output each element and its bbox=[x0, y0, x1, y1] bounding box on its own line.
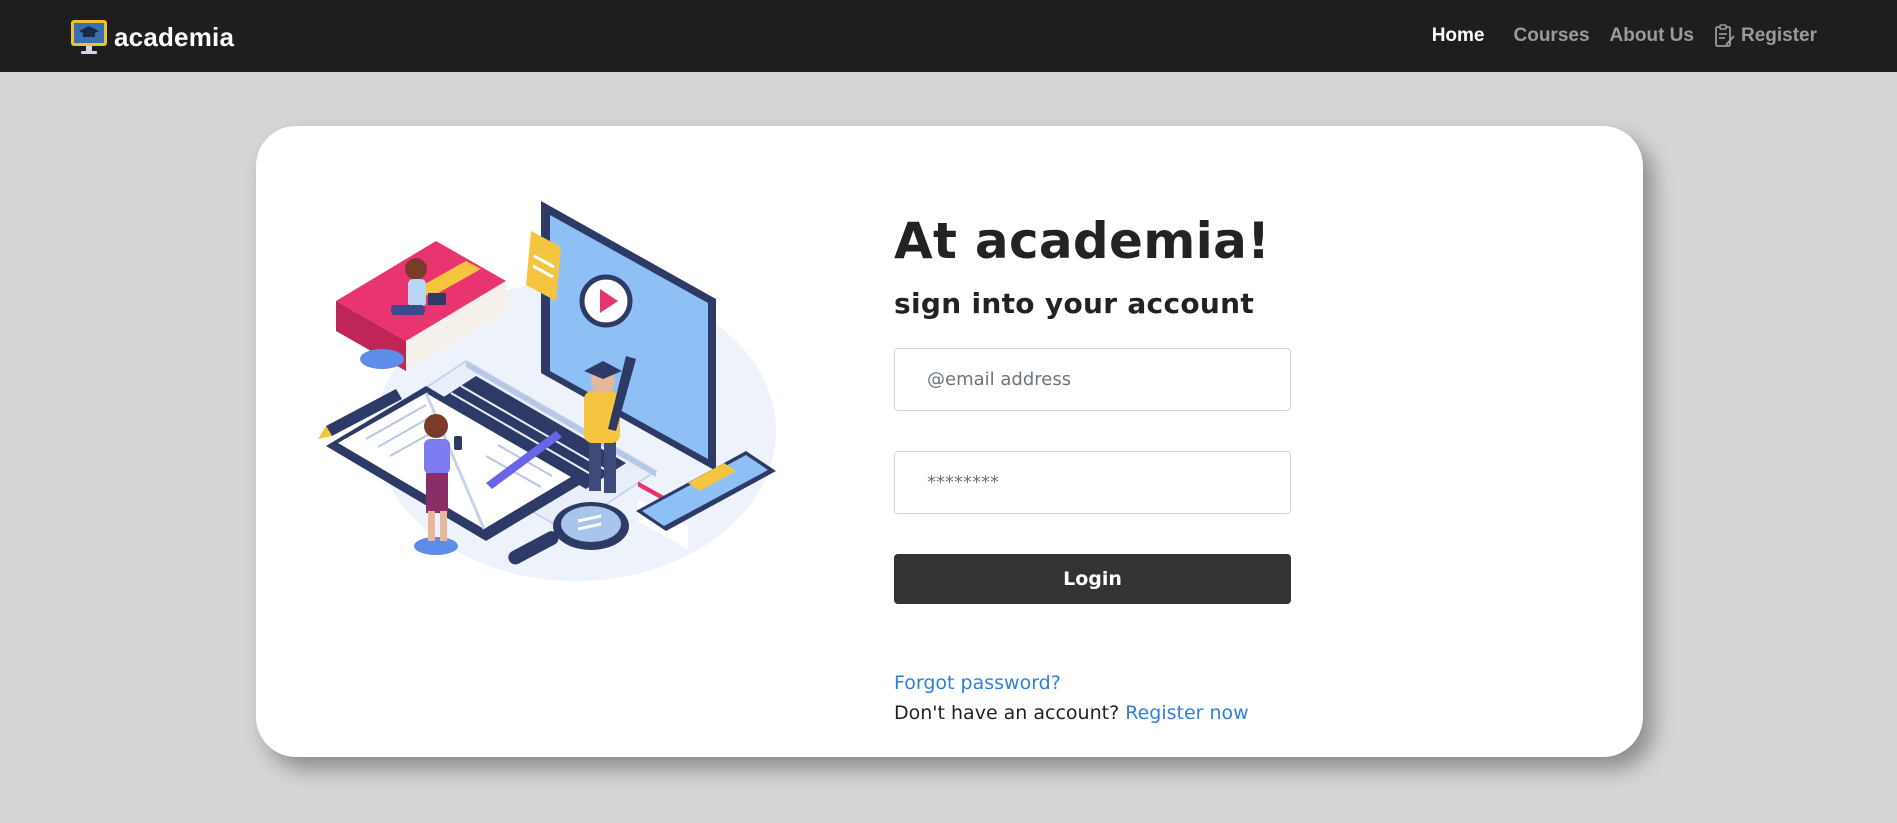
nav-courses[interactable]: Courses bbox=[1514, 25, 1590, 47]
login-form: At academia! sign into your account Logi… bbox=[894, 206, 1394, 728]
main-nav: Home Courses About Us Register bbox=[1412, 0, 1817, 72]
no-account-text: Don't have an account? bbox=[894, 702, 1120, 724]
email-input[interactable] bbox=[894, 348, 1291, 411]
monitor-graduation-icon bbox=[71, 20, 107, 54]
nav-register[interactable]: Register bbox=[1714, 24, 1817, 48]
nav-register-label: Register bbox=[1740, 25, 1817, 46]
register-prompt: Don't have an account? Register now bbox=[894, 698, 1394, 728]
forgot-password-link[interactable]: Forgot password? bbox=[894, 672, 1061, 694]
nav-home[interactable]: Home bbox=[1432, 25, 1485, 47]
page-title: At academia! bbox=[894, 212, 1271, 270]
register-now-link[interactable]: Register now bbox=[1125, 702, 1248, 724]
brand-logo-link[interactable]: academia bbox=[70, 18, 234, 56]
account-links: Forgot password? Don't have an account? … bbox=[894, 668, 1394, 728]
online-learning-illustration bbox=[318, 201, 776, 581]
login-card: At academia! sign into your account Logi… bbox=[256, 126, 1643, 757]
brand-name: academia bbox=[114, 21, 235, 52]
password-input[interactable] bbox=[894, 451, 1291, 514]
top-navbar: academia Home Courses About Us Register bbox=[0, 0, 1897, 72]
nav-about-us[interactable]: About Us bbox=[1610, 25, 1694, 47]
clipboard-icon bbox=[1715, 24, 1735, 47]
page-subtitle: sign into your account bbox=[894, 287, 1255, 320]
login-button[interactable]: Login bbox=[894, 554, 1291, 604]
